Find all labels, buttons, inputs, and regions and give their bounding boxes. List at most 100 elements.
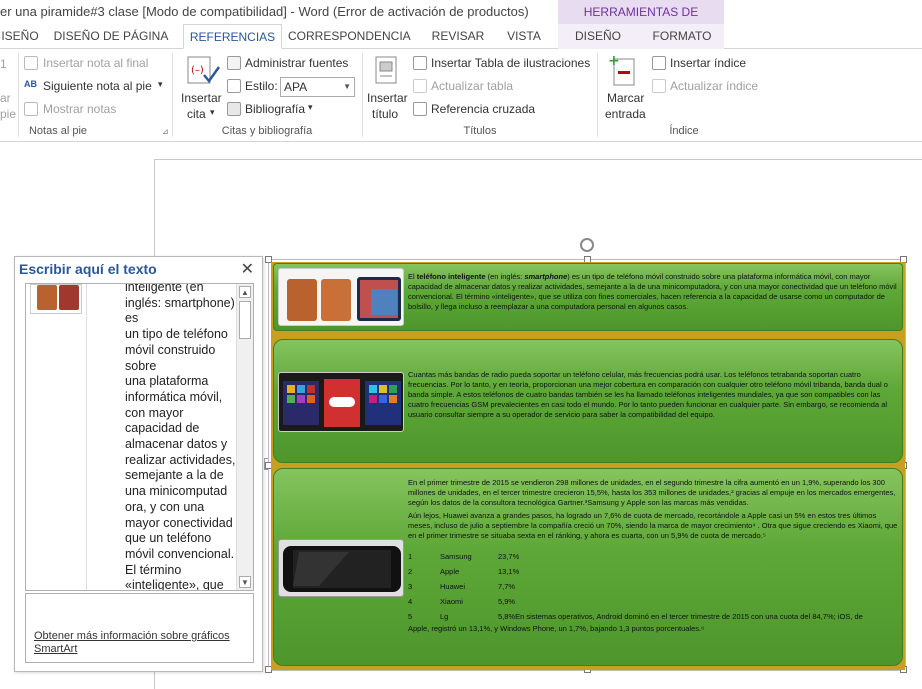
mark-entry-label-2[interactable]: entrada: [605, 107, 646, 121]
insert-caption-label-1[interactable]: Insertar: [367, 91, 408, 105]
smartart-text-2[interactable]: Cuantas más bandas de radio pueda soport…: [408, 370, 898, 420]
huawei-paragraph: Aún lejos, Huawei avanza a grandes pasos…: [408, 511, 898, 540]
share-cell: 13,1%: [498, 567, 520, 576]
next-footnote-dropdown-icon[interactable]: ▾: [158, 79, 163, 90]
bullet-image-thumbnail: [30, 284, 82, 314]
partial-label-1: 1: [0, 57, 7, 71]
brand-cell: Xiaomi: [440, 597, 463, 606]
sales-paragraph: En el primer trimestre de 2015 se vendie…: [408, 478, 896, 507]
text-pane-title: Escribir aquí el texto: [19, 261, 157, 277]
tab-formato[interactable]: FORMATO: [644, 24, 720, 49]
table-row: 4 Xiaomi 5,9%: [408, 594, 869, 609]
scroll-down-icon[interactable]: ▼: [239, 576, 251, 588]
scroll-thumb[interactable]: [239, 301, 251, 339]
tab-correspondencia[interactable]: CORRESPONDENCIA: [288, 24, 411, 49]
document-area: Escribir aquí el texto ✕ inteligente (en…: [0, 142, 922, 689]
group-label-index: Índice: [669, 125, 699, 137]
rank-cell: 1: [408, 552, 413, 561]
tab-smartart-diseno[interactable]: DISEÑO: [566, 24, 630, 49]
cross-reference-button[interactable]: Referencia cruzada: [431, 102, 535, 116]
update-table-button[interactable]: Actualizar tabla: [431, 79, 513, 93]
table-row: 2 Apple 13,1%: [408, 564, 869, 579]
window-title: er una piramide#3 clase [Modo de compati…: [0, 4, 529, 19]
table-row: 5 Lg 5,8%En sistemas operativos, Android d…: [408, 609, 869, 624]
bibliography-button[interactable]: Bibliografía: [245, 102, 305, 116]
phone-image: [37, 285, 57, 310]
insert-citation-label-2[interactable]: cita: [187, 107, 206, 121]
mark-entry-label-1[interactable]: Marcar: [607, 91, 644, 105]
text-pane-scrollbar[interactable]: ▲ ▼: [236, 284, 253, 590]
notes-dialog-launcher-icon[interactable]: ⊿: [162, 127, 169, 136]
smartart-shape-3[interactable]: En el primer trimestre de 2015 se vendie…: [273, 468, 903, 666]
style-icon: [227, 79, 241, 93]
tab-revisar[interactable]: REVISAR: [426, 24, 490, 49]
rank-cell: 4: [408, 597, 413, 606]
insert-index-button[interactable]: Insertar índice: [670, 56, 746, 70]
smartart-graphic[interactable]: El teléfono inteligente (en inglés: smar…: [265, 238, 907, 673]
scroll-up-icon[interactable]: ▲: [239, 286, 251, 298]
show-notes-icon: [24, 102, 38, 116]
group-separator: [172, 53, 173, 137]
citation-style-select[interactable]: APA ▼: [280, 77, 355, 97]
rotate-handle-icon[interactable]: [580, 238, 594, 252]
smartart-shape-2[interactable]: Cuantas más bandas de radio pueda soport…: [273, 339, 903, 463]
text-segment: (en inglés:: [485, 272, 525, 281]
smartart-text-3[interactable]: En el primer trimestre de 2015 se vendie…: [408, 478, 898, 634]
text-segment-italic: smartphone: [524, 272, 568, 281]
insert-citation-dropdown-icon[interactable]: ▾: [210, 107, 215, 118]
rank-cell: 5: [408, 612, 413, 621]
rank-cell: 3: [408, 582, 413, 591]
insert-table-of-figures-button[interactable]: Insertar Tabla de ilustraciones: [431, 56, 590, 70]
close-icon[interactable]: ✕: [241, 259, 254, 279]
brand-cell: Huawei: [440, 582, 466, 591]
bibliography-dropdown-icon[interactable]: ▾: [308, 102, 313, 113]
windows-phones-image: [278, 372, 404, 432]
rank-cell: 2: [408, 567, 413, 576]
cross-reference-icon: [413, 102, 427, 116]
share-cell: 23,7%: [498, 552, 520, 561]
group-separator: [597, 53, 598, 137]
svg-text:(–): (–): [191, 65, 204, 76]
title-bar: er una piramide#3 clase [Modo de compati…: [0, 0, 922, 43]
tab-referencias[interactable]: REFERENCIAS: [183, 24, 282, 49]
indent-guide: [86, 284, 87, 590]
insert-endnote-button[interactable]: Insertar nota al final: [43, 56, 148, 70]
partial-label-pie: pie: [0, 107, 17, 121]
show-notes-button[interactable]: Mostrar notas: [43, 102, 116, 116]
smartart-info-link[interactable]: Obtener más información sobre gráficos S…: [34, 630, 248, 656]
svg-text:+: +: [608, 53, 620, 69]
manage-sources-button[interactable]: Administrar fuentes: [245, 56, 348, 70]
next-footnote-button[interactable]: Siguiente nota al pie: [43, 79, 152, 93]
update-index-icon: [652, 79, 666, 93]
smartart-text-1[interactable]: El teléfono inteligente (en inglés: smar…: [408, 272, 898, 312]
group-separator: [362, 53, 363, 137]
partial-label-ar: ar: [0, 91, 11, 105]
insert-citation-label-1[interactable]: Insertar: [181, 91, 222, 105]
table-row: 1 Samsung 23,7%: [408, 549, 869, 564]
smartart-shape-1[interactable]: El teléfono inteligente (en inglés: smar…: [273, 263, 903, 331]
insert-caption-label-2[interactable]: título: [372, 107, 398, 121]
word-window: er una piramide#3 clase [Modo de compati…: [0, 0, 922, 689]
text-pane-description: Obtener más información sobre gráficos S…: [25, 593, 254, 663]
text-pane-editor[interactable]: inteligente (en inglés: smartphone) es u…: [25, 283, 254, 591]
text-segment: El: [408, 272, 417, 281]
share-cell: 5,9%: [498, 597, 516, 606]
page-edge: [154, 159, 922, 160]
brand-cell: Apple: [440, 567, 460, 576]
tab-diseno-de-pagina[interactable]: DISEÑO DE PÁGINA: [52, 24, 170, 49]
tab-vista[interactable]: VISTA: [500, 24, 548, 49]
smartart-tools-header: HERRAMIENTAS DE SMARTART: [558, 0, 724, 43]
brand-cell: Lg: [440, 612, 449, 621]
bibliography-icon: [227, 102, 241, 116]
update-table-icon: [413, 79, 427, 93]
insert-citation-icon: (–): [187, 56, 220, 84]
update-index-button[interactable]: Actualizar índice: [670, 79, 758, 93]
smartphones-image: [278, 268, 404, 326]
text-pane-content[interactable]: inteligente (en inglés: smartphone) es u…: [125, 284, 237, 590]
group-label-citations: Citas y bibliografía: [221, 125, 313, 137]
tab-diseno[interactable]: ISEÑO: [0, 24, 40, 49]
market-share-table: 1 Samsung 23,7% 2 Apple 13,1% 3 Huawei 7,7% 4 X…: [408, 549, 869, 624]
table-row: 3 Huawei 7,7%: [408, 579, 869, 594]
insert-caption-icon: [375, 56, 397, 84]
chevron-down-icon: ▼: [343, 82, 351, 91]
